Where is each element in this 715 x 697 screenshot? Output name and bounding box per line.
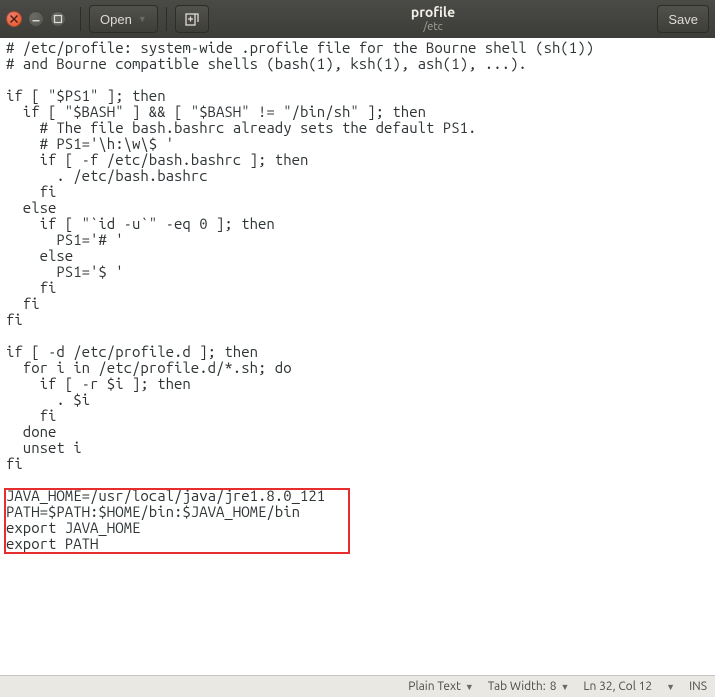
statusbar: Plain Text ▼ Tab Width: 8 ▼ Ln 32, Col 1…	[0, 675, 715, 697]
open-button[interactable]: Open ▼	[89, 5, 158, 33]
title-area: profile /etc	[213, 5, 654, 32]
save-button[interactable]: Save	[657, 5, 709, 33]
tabwidth-selector[interactable]: Tab Width: 8 ▼	[488, 680, 570, 693]
minimize-icon[interactable]	[28, 11, 44, 27]
window-subtitle: /etc	[213, 21, 654, 33]
separator	[166, 7, 167, 31]
cursor-position-label: Ln 32, Col 12	[583, 680, 652, 693]
insert-mode[interactable]: INS	[689, 680, 707, 693]
chevron-down-icon: ▼	[138, 14, 147, 24]
new-tab-button[interactable]	[175, 5, 209, 33]
syntax-selector[interactable]: Plain Text ▼	[408, 680, 473, 693]
editor-content[interactable]: # /etc/profile: system-wide .profile fil…	[0, 38, 715, 554]
tabwidth-value: 8	[550, 680, 557, 693]
new-tab-icon	[184, 11, 200, 27]
save-button-label: Save	[668, 12, 698, 27]
open-button-label: Open	[100, 12, 132, 27]
syntax-label: Plain Text	[408, 680, 461, 693]
window-title: profile	[213, 5, 654, 20]
cursor-position[interactable]: Ln 32, Col 12	[583, 680, 652, 693]
separator	[80, 7, 81, 31]
close-icon[interactable]	[6, 11, 22, 27]
chevron-down-icon[interactable]: ▼	[666, 682, 675, 692]
tabwidth-label: Tab Width:	[488, 680, 546, 693]
chevron-down-icon: ▼	[465, 682, 474, 692]
titlebar: Open ▼ profile /etc Save	[0, 0, 715, 38]
window-controls	[6, 11, 66, 27]
editor-area[interactable]: # /etc/profile: system-wide .profile fil…	[0, 38, 715, 675]
chevron-down-icon: ▼	[560, 682, 569, 692]
insert-mode-label: INS	[689, 680, 707, 693]
maximize-icon[interactable]	[50, 11, 66, 27]
